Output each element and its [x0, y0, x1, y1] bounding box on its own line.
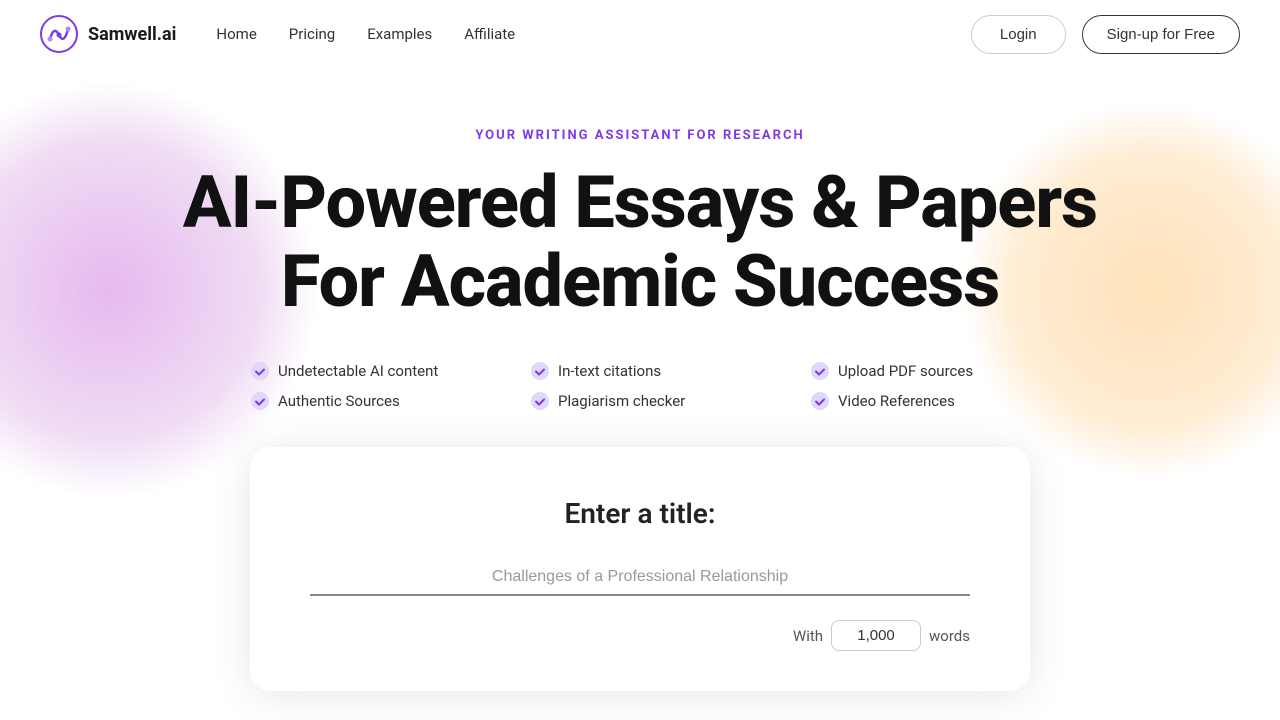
feature-label-1: Undetectable AI content [278, 362, 438, 380]
nav-pricing[interactable]: Pricing [289, 25, 335, 43]
words-input[interactable] [831, 620, 921, 651]
hero-title: AI-Powered Essays & Papers For Academic … [183, 163, 1097, 321]
navbar-right: Login Sign-up for Free [971, 15, 1240, 54]
check-icon-2 [530, 361, 550, 381]
feature-3: Upload PDF sources [810, 361, 1030, 381]
check-icon-4 [250, 391, 270, 411]
features-grid: Undetectable AI content In-text citation… [250, 361, 1030, 411]
hero-subtitle: YOUR WRITING ASSISTANT FOR RESEARCH [475, 128, 804, 143]
signup-button[interactable]: Sign-up for Free [1082, 15, 1240, 54]
nav-links: Home Pricing Examples Affiliate [216, 25, 515, 43]
nav-home[interactable]: Home [216, 25, 256, 43]
navbar: Samwell.ai Home Pricing Examples Affilia… [0, 0, 1280, 68]
hero-section: YOUR WRITING ASSISTANT FOR RESEARCH AI-P… [0, 68, 1280, 691]
nav-affiliate[interactable]: Affiliate [464, 25, 515, 43]
feature-label-2: In-text citations [558, 362, 661, 380]
words-suffix: words [929, 627, 970, 645]
check-icon-5 [530, 391, 550, 411]
login-button[interactable]: Login [971, 15, 1066, 54]
hero-title-line2: For Academic Success [281, 239, 999, 324]
check-icon-6 [810, 391, 830, 411]
input-card: Enter a title: With words [250, 447, 1030, 691]
feature-label-6: Video References [838, 392, 955, 410]
words-row: With words [310, 620, 970, 651]
check-icon-3 [810, 361, 830, 381]
feature-label-5: Plagiarism checker [558, 392, 685, 410]
nav-examples[interactable]: Examples [367, 25, 432, 43]
logo-text: Samwell.ai [88, 24, 176, 45]
hero-title-line1: AI-Powered Essays & Papers [183, 160, 1097, 245]
input-card-title: Enter a title: [310, 497, 970, 530]
feature-1: Undetectable AI content [250, 361, 470, 381]
feature-4: Authentic Sources [250, 391, 470, 411]
navbar-left: Samwell.ai Home Pricing Examples Affilia… [40, 15, 515, 53]
feature-6: Video References [810, 391, 1030, 411]
words-prefix: With [793, 627, 823, 645]
logo-icon [40, 15, 78, 53]
check-icon-1 [250, 361, 270, 381]
logo-link[interactable]: Samwell.ai [40, 15, 176, 53]
feature-label-4: Authentic Sources [278, 392, 400, 410]
feature-2: In-text citations [530, 361, 750, 381]
title-input[interactable] [310, 560, 970, 596]
feature-label-3: Upload PDF sources [838, 362, 973, 380]
feature-5: Plagiarism checker [530, 391, 750, 411]
